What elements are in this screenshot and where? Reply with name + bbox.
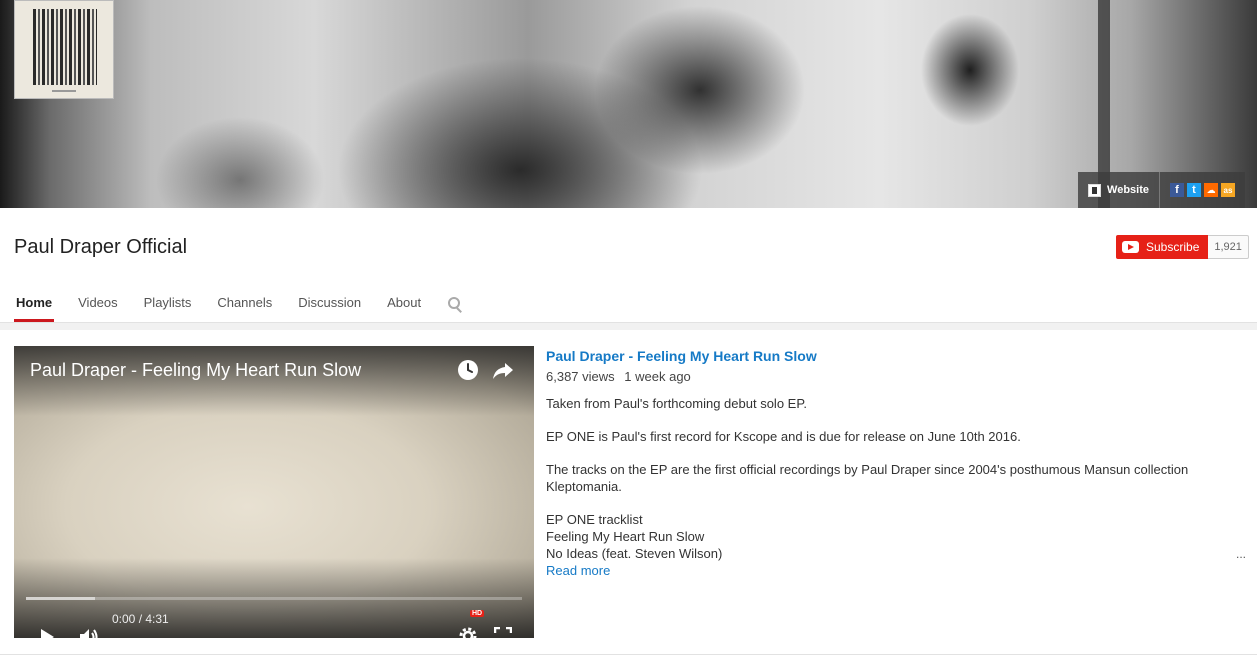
channel-title[interactable]: Paul Draper Official bbox=[14, 236, 187, 259]
settings-gear-icon[interactable] bbox=[458, 626, 478, 638]
play-icon[interactable] bbox=[38, 628, 56, 638]
subscribe-label: Subscribe bbox=[1146, 240, 1200, 254]
progress-bar[interactable] bbox=[26, 597, 522, 600]
view-count: 6,387 views bbox=[546, 369, 615, 384]
banner-links: Website f t ☁ as bbox=[1078, 172, 1245, 208]
hd-badge: HD bbox=[470, 610, 485, 617]
upload-age: 1 week ago bbox=[624, 369, 691, 384]
track-item: Feeling My Heart Run Slow bbox=[546, 529, 705, 544]
search-icon[interactable] bbox=[447, 286, 463, 322]
lastfm-icon[interactable]: as bbox=[1221, 183, 1235, 197]
watch-later-icon[interactable] bbox=[456, 358, 480, 382]
tab-discussion[interactable]: Discussion bbox=[298, 286, 361, 322]
subscriber-count: 1,921 bbox=[1208, 235, 1249, 259]
track-item: No Ideas (feat. Steven Wilson) bbox=[546, 546, 723, 561]
video-player[interactable]: Paul Draper - Feeling My Heart Run Slow … bbox=[14, 346, 534, 638]
youtube-logo-icon bbox=[1122, 241, 1139, 253]
tracklist-heading: EP ONE tracklist bbox=[546, 512, 643, 527]
channel-banner: Website f t ☁ as bbox=[0, 0, 1257, 208]
fullscreen-icon[interactable] bbox=[494, 627, 512, 638]
channel-avatar[interactable] bbox=[14, 0, 114, 99]
tab-channels[interactable]: Channels bbox=[217, 286, 272, 322]
tab-playlists[interactable]: Playlists bbox=[144, 286, 192, 322]
progress-loaded bbox=[26, 597, 96, 600]
tab-home[interactable]: Home bbox=[13, 286, 55, 322]
player-title[interactable]: Paul Draper - Feeling My Heart Run Slow bbox=[30, 360, 361, 381]
share-icon[interactable] bbox=[491, 358, 515, 382]
subscribe-button[interactable]: Subscribe bbox=[1116, 235, 1209, 259]
album-art bbox=[33, 9, 97, 85]
featured-section: Paul Draper - Feeling My Heart Run Slow … bbox=[0, 330, 1257, 655]
channel-tabs: Home Videos Playlists Channels Discussio… bbox=[0, 286, 463, 322]
time-display: 0:00 / 4:31 bbox=[112, 612, 169, 626]
tab-videos[interactable]: Videos bbox=[78, 286, 118, 322]
video-description: Taken from Paul's forthcoming debut solo… bbox=[546, 395, 1246, 562]
description-paragraph: Taken from Paul's forthcoming debut solo… bbox=[546, 396, 807, 411]
video-meta: 6,387 views 1 week ago bbox=[546, 369, 1246, 384]
album-caption-line bbox=[52, 90, 76, 92]
website-favicon-icon bbox=[1088, 183, 1102, 197]
channel-header: Paul Draper Official Subscribe 1,921 Hom… bbox=[0, 208, 1257, 323]
video-title-link[interactable]: Paul Draper - Feeling My Heart Run Slow bbox=[546, 348, 1246, 364]
website-link[interactable]: Website bbox=[1078, 172, 1159, 208]
twitter-icon[interactable]: t bbox=[1187, 183, 1201, 197]
description-paragraph: The tracks on the EP are the first offic… bbox=[546, 462, 1189, 494]
volume-icon[interactable] bbox=[78, 627, 100, 638]
search-handle bbox=[456, 307, 463, 313]
read-more-link[interactable]: Read more bbox=[546, 562, 1246, 579]
tab-about[interactable]: About bbox=[387, 286, 421, 322]
social-links: f t ☁ as bbox=[1159, 172, 1245, 208]
description-paragraph: EP ONE is Paul's first record for Kscope… bbox=[546, 429, 1021, 444]
soundcloud-icon[interactable]: ☁ bbox=[1204, 183, 1218, 197]
website-link-label: Website bbox=[1107, 184, 1149, 196]
more-ellipsis[interactable]: ... bbox=[1236, 547, 1246, 561]
subscribe-widget: Subscribe 1,921 bbox=[1116, 235, 1249, 259]
video-info: Paul Draper - Feeling My Heart Run Slow … bbox=[546, 346, 1246, 579]
facebook-icon[interactable]: f bbox=[1170, 183, 1184, 197]
